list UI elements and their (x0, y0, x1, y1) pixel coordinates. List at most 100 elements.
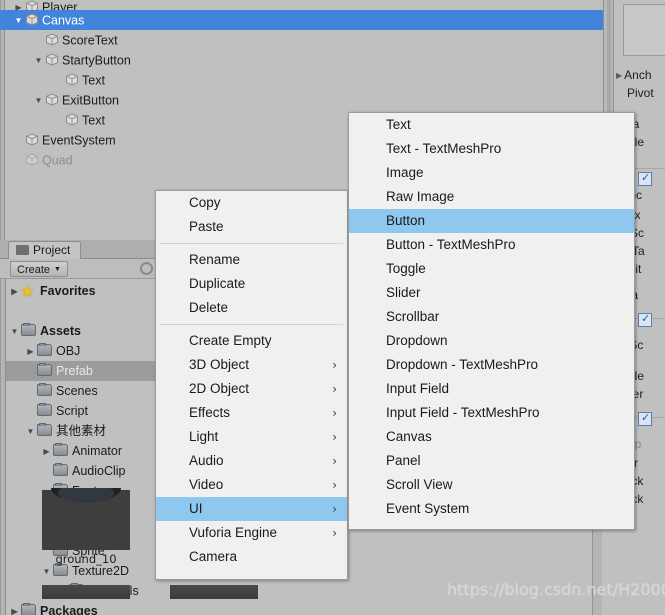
hierarchy-item-exitbutton[interactable]: ▼ ExitButton (0, 90, 608, 110)
gameobject-icon (25, 152, 39, 166)
twisty-expanded-icon[interactable]: ▼ (8, 322, 21, 342)
project-tree-item-scenes[interactable]: ▶ Scenes (6, 381, 166, 401)
project-tree-item-obj[interactable]: ▶ OBJ (6, 341, 166, 361)
ui-submenu-item-canvas[interactable]: Canvas (349, 425, 634, 449)
project-tree-item-animator[interactable]: ▶ Animator (6, 441, 166, 461)
project-tree-item-script[interactable]: ▶ Script (6, 401, 166, 421)
gameobject-icon (25, 12, 39, 26)
ui-submenu-item-text-textmeshpro[interactable]: Text - TextMeshPro (349, 137, 634, 161)
hierarchy-item-canvas[interactable]: ▼ Canvas (0, 10, 608, 30)
context-menu-item-audio[interactable]: Audio › (156, 449, 347, 473)
folder-icon (37, 383, 52, 396)
search-icon[interactable] (140, 262, 153, 275)
project-tree-item-prefab[interactable]: ▶ Prefab (6, 361, 166, 381)
project-tree-item-packages[interactable]: ▶ Packages (6, 601, 166, 615)
gameobject-icon (65, 112, 79, 126)
twisty-spacer: ▶ (24, 362, 37, 382)
twisty-collapsed-icon[interactable]: ▶ (24, 342, 37, 362)
twisty-spacer: ▶ (12, 131, 25, 151)
hierarchy-item-player[interactable]: ▶ Player (0, 0, 608, 14)
folder-icon (37, 403, 52, 416)
ui-submenu-item-event-system[interactable]: Event System (349, 497, 634, 521)
context-menu-item-2d-object[interactable]: 2D Object › (156, 377, 347, 401)
ui-submenu-item-input-field-textmeshpro[interactable]: Input Field - TextMeshPro (349, 401, 634, 425)
context-menu-item-rename[interactable]: Rename (156, 248, 347, 272)
ui-submenu[interactable]: Text Text - TextMeshPro Image Raw Image Butt… (348, 112, 635, 530)
unity-editor-window: ▶Player▼Canvas▶ScoreText▼StartyButton▶Te… (0, 0, 665, 615)
twisty-collapsed-icon[interactable]: ▶ (40, 442, 53, 462)
twisty-collapsed-icon[interactable]: ▶ (616, 69, 622, 83)
context-menu-item-vuforia-engine[interactable]: Vuforia Engine › (156, 521, 347, 545)
hierarchy-item-scoretext[interactable]: ▶ ScoreText (0, 30, 608, 50)
context-menu-item-label: Vuforia Engine (189, 525, 278, 540)
chevron-right-icon: › (332, 358, 337, 372)
twisty-expanded-icon[interactable]: ▼ (32, 91, 45, 111)
context-menu-item-duplicate[interactable]: Duplicate (156, 272, 347, 296)
context-menu-item-3d-object[interactable]: 3D Object › (156, 353, 347, 377)
folder-icon (21, 323, 36, 336)
context-menu-item-create-empty[interactable]: Create Empty (156, 329, 347, 353)
ui-submenu-item-label: Panel (386, 453, 421, 468)
hierarchy-item-text[interactable]: ▶ Text (0, 70, 608, 90)
gameobject-icon (25, 132, 39, 146)
chevron-right-icon: › (332, 406, 337, 420)
project-tree-item-assets[interactable]: ▼ Assets (6, 321, 166, 341)
twisty-collapsed-icon[interactable]: ▶ (8, 282, 21, 302)
context-menu-item-label: UI (189, 501, 203, 516)
twisty-expanded-icon[interactable]: ▼ (24, 422, 37, 442)
context-menu-item-label: Create Empty (189, 333, 272, 348)
ui-submenu-item-label: Text (386, 117, 411, 132)
component-enabled-checkbox[interactable] (638, 171, 652, 186)
ui-submenu-item-slider[interactable]: Slider (349, 281, 634, 305)
twisty-collapsed-icon[interactable]: ▶ (8, 602, 21, 615)
project-tree-item-label: Script (56, 404, 88, 418)
ui-submenu-item-panel[interactable]: Panel (349, 449, 634, 473)
ui-submenu-item-scroll-view[interactable]: Scroll View (349, 473, 634, 497)
folder-icon (37, 363, 52, 376)
ui-submenu-item-button-textmeshpro[interactable]: Button - TextMeshPro (349, 233, 634, 257)
tab-project[interactable]: Project (8, 241, 82, 259)
context-menu-item-delete[interactable]: Delete (156, 296, 347, 320)
context-menu-item-video[interactable]: Video › (156, 473, 347, 497)
folder-icon (21, 603, 36, 615)
component-enabled-checkbox[interactable] (638, 411, 652, 426)
twisty-spacer: ▶ (12, 151, 25, 171)
twisty-expanded-icon[interactable]: ▼ (32, 51, 45, 71)
create-button[interactable]: Create ▼ (10, 261, 68, 277)
ui-submenu-item-label: Dropdown - TextMeshPro (386, 357, 539, 372)
ui-submenu-item-dropdown-textmeshpro[interactable]: Dropdown - TextMeshPro (349, 353, 634, 377)
ui-submenu-item-text[interactable]: Text (349, 113, 634, 137)
ui-submenu-item-label: Dropdown (386, 333, 448, 348)
hierarchy-item-startybutton[interactable]: ▼ StartyButton (0, 50, 608, 70)
gameobject-icon (45, 32, 59, 46)
context-menu-item-camera[interactable]: Camera (156, 545, 347, 569)
hierarchy-context-menu[interactable]: Copy Paste Rename Duplicate Delete Create Emp… (155, 190, 348, 580)
asset-thumbnail-partial[interactable] (42, 585, 130, 599)
project-tree-item-audioclip[interactable]: ▶ AudioClip (6, 461, 166, 481)
inspector-label-text: Pivot (627, 86, 654, 100)
project-tree-item-label: Assets (40, 324, 81, 338)
ui-submenu-item-button[interactable]: Button (349, 209, 634, 233)
ui-submenu-item-dropdown[interactable]: Dropdown (349, 329, 634, 353)
asset-label: ground_10 (55, 552, 117, 566)
asset-thumbnail-partial[interactable] (170, 585, 258, 599)
ui-submenu-item-input-field[interactable]: Input Field (349, 377, 634, 401)
component-enabled-checkbox[interactable] (638, 312, 652, 327)
context-menu-item-effects[interactable]: Effects › (156, 401, 347, 425)
context-menu-item-copy[interactable]: Copy (156, 191, 347, 215)
twisty-expanded-icon[interactable]: ▼ (12, 11, 25, 31)
asset-item[interactable]: ground_10 (42, 488, 130, 566)
project-tree-item-favorites[interactable]: ▶ ★ Favorites (6, 281, 166, 301)
ui-submenu-item-scrollbar[interactable]: Scrollbar (349, 305, 634, 329)
context-menu-item-paste[interactable]: Paste (156, 215, 347, 239)
folder-icon (53, 463, 68, 476)
chevron-right-icon: › (332, 526, 337, 540)
gameobject-icon (65, 72, 79, 86)
hierarchy-item-label: Text (82, 113, 105, 128)
project-tree-item-其他素材[interactable]: ▼ 其他素材 (6, 421, 166, 441)
context-menu-item-ui[interactable]: UI › (156, 497, 347, 521)
ui-submenu-item-raw-image[interactable]: Raw Image (349, 185, 634, 209)
context-menu-item-light[interactable]: Light › (156, 425, 347, 449)
ui-submenu-item-toggle[interactable]: Toggle (349, 257, 634, 281)
ui-submenu-item-image[interactable]: Image (349, 161, 634, 185)
